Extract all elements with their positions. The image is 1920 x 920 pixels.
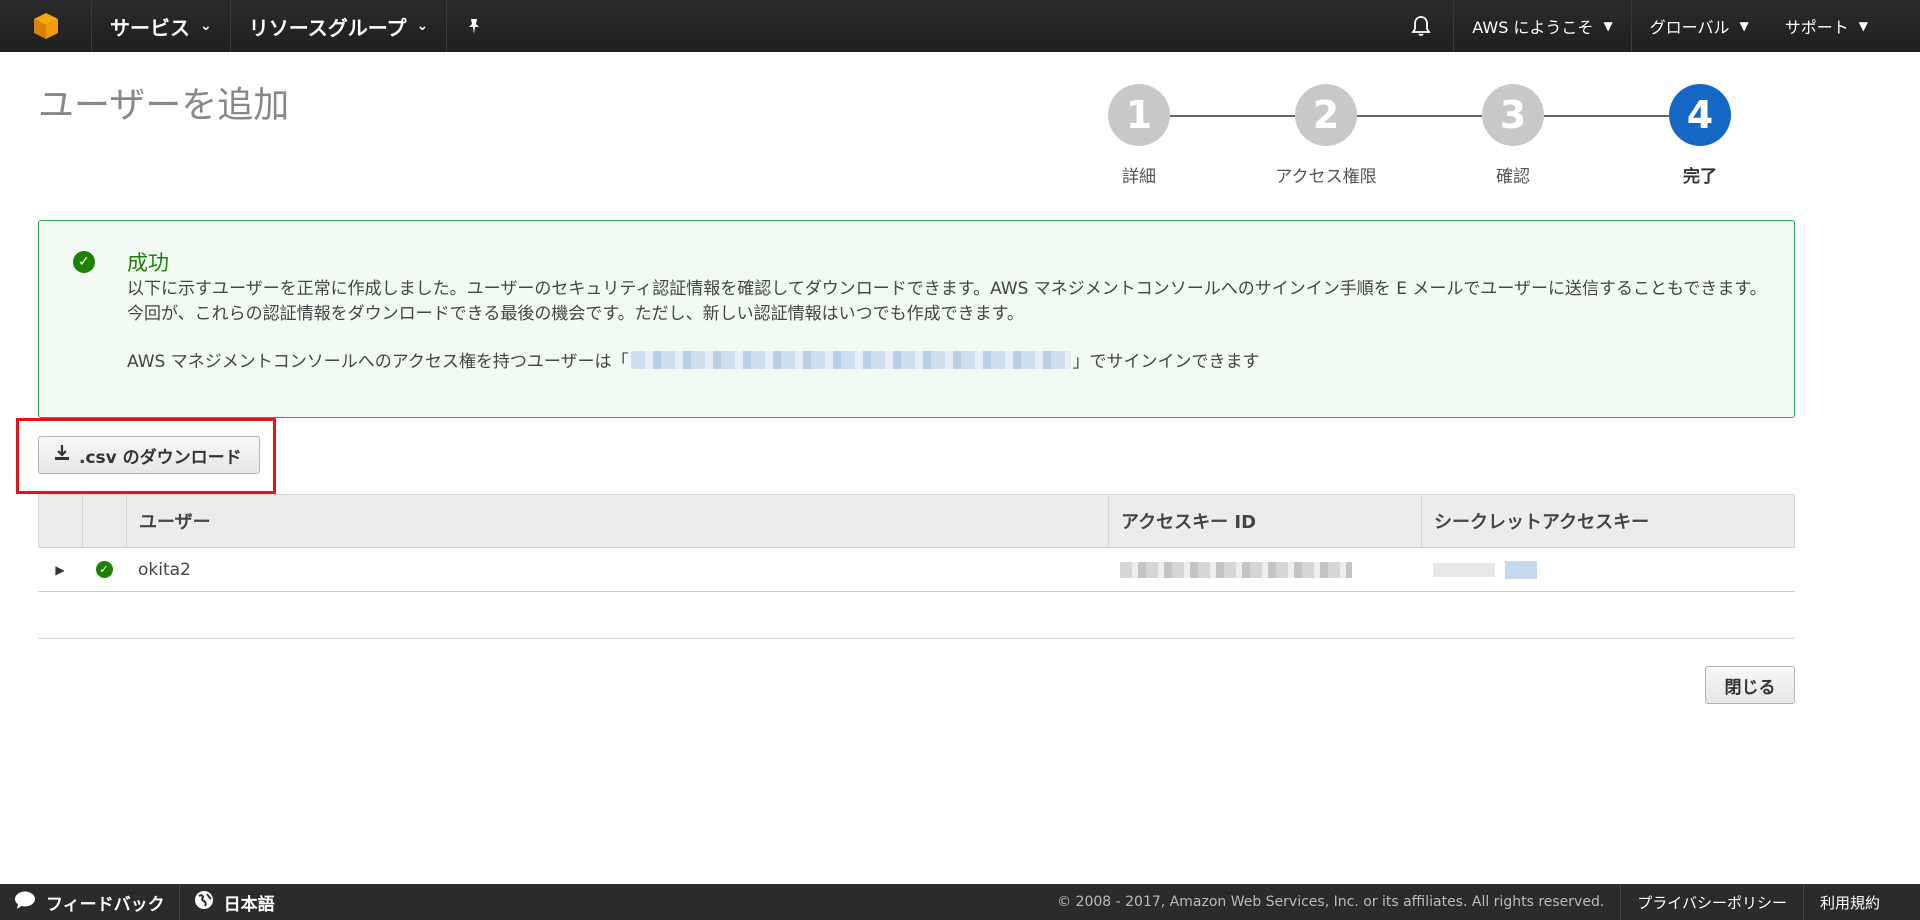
signin-url-link[interactable]	[630, 350, 1071, 369]
region-menu-label: グローバル	[1649, 18, 1730, 37]
pin-button[interactable]	[447, 0, 501, 52]
access-key-id-cell	[1108, 548, 1421, 592]
caret-down-icon: ▼	[1858, 19, 1868, 33]
step-number: 4	[1669, 84, 1731, 146]
nav-right-group: AWS にようこそ ▼ グローバル ▼ サポート ▼	[1389, 0, 1920, 52]
step-number: 2	[1295, 84, 1357, 146]
speech-bubble-icon	[14, 890, 36, 915]
top-navigation-bar: サービス ⌄ リソースグループ ⌄ AWS にようこそ ▼ グローバル ▼ サポ…	[0, 0, 1920, 52]
step-label: 詳細	[1122, 167, 1156, 187]
expand-column-header	[39, 495, 83, 547]
close-button[interactable]: 閉じる	[1705, 666, 1795, 704]
caret-right-icon: ▶	[55, 562, 65, 577]
signin-prefix: AWS マネジメントコンソールへのアクセス権を持つユーザーは「	[127, 352, 629, 372]
step-1: 1 詳細	[1108, 84, 1170, 187]
step-connector	[1544, 115, 1669, 117]
bell-icon	[1411, 16, 1431, 36]
language-button[interactable]: 日本語	[180, 884, 289, 920]
step-connector	[1170, 115, 1295, 117]
pin-icon	[469, 19, 480, 34]
success-title: 成功	[127, 251, 169, 275]
caret-down-icon: ▼	[1739, 19, 1749, 33]
aws-logo[interactable]	[0, 0, 92, 52]
step-4: 4 完了	[1669, 84, 1731, 187]
access-key-id-column-header: アクセスキー ID	[1109, 495, 1422, 547]
account-menu[interactable]: AWS にようこそ ▼	[1453, 0, 1630, 52]
success-description: 以下に示すユーザーを正常に作成しました。ユーザーのセキュリティ認証情報を確認して…	[127, 279, 1767, 324]
notifications-button[interactable]	[1389, 0, 1453, 52]
aws-cube-icon	[33, 13, 58, 39]
language-label: 日本語	[223, 894, 275, 915]
resource-groups-label: リソースグループ	[248, 15, 407, 40]
download-csv-button[interactable]: .csv のダウンロード	[38, 436, 260, 474]
footer-right-group: © 2008 - 2017, Amazon Web Services, Inc.…	[1041, 884, 1920, 920]
step-number: 1	[1108, 84, 1170, 146]
table-row: ▶ ✓ okita2	[38, 548, 1795, 592]
secret-key-cell	[1421, 548, 1793, 592]
step-label: 完了	[1683, 167, 1717, 187]
access-key-id-redacted	[1120, 561, 1352, 578]
download-csv-label: .csv のダウンロード	[79, 447, 242, 468]
signin-url-line: AWS マネジメントコンソールへのアクセス権を持つユーザーは「 」でサインインで…	[127, 347, 1260, 372]
support-menu-label: サポート	[1784, 18, 1849, 37]
step-2: 2 アクセス権限	[1275, 84, 1377, 187]
row-status: ✓	[82, 548, 126, 592]
table-header: ユーザー アクセスキー ID シークレットアクセスキー	[38, 494, 1795, 548]
copyright-text: © 2008 - 2017, Amazon Web Services, Inc.…	[1057, 894, 1605, 910]
divider	[38, 638, 1795, 639]
services-menu[interactable]: サービス ⌄	[92, 0, 231, 52]
secret-key-column-header: シークレットアクセスキー	[1434, 512, 1650, 533]
step-label: 確認	[1496, 167, 1530, 187]
success-check-icon: ✓	[73, 251, 95, 273]
step-label: アクセス権限	[1275, 167, 1377, 187]
step-number: 3	[1482, 84, 1544, 146]
chevron-down-icon: ⌄	[200, 18, 212, 34]
terms-link[interactable]: 利用規約	[1802, 884, 1920, 920]
step-connector	[1357, 115, 1482, 117]
user-column-header: ユーザー	[127, 495, 1109, 547]
status-column-header	[83, 495, 127, 547]
expand-row-button[interactable]: ▶	[38, 548, 82, 592]
services-menu-label: サービス	[110, 15, 190, 40]
step-3: 3 確認	[1482, 84, 1544, 187]
download-icon	[53, 444, 71, 467]
chevron-down-icon: ⌄	[416, 18, 429, 34]
users-table: ユーザー アクセスキー ID シークレットアクセスキー ▶ ✓ okita2	[38, 494, 1795, 592]
resource-groups-menu[interactable]: リソースグループ ⌄	[231, 0, 448, 52]
region-menu[interactable]: グローバル ▼	[1630, 0, 1767, 52]
globe-icon	[194, 890, 214, 915]
show-secret-link[interactable]	[1505, 560, 1537, 579]
account-menu-label: AWS にようこそ	[1472, 18, 1594, 37]
footer-bar: フィードバック 日本語 © 2008 - 2017, Amazon Web Se…	[0, 884, 1920, 920]
page-title: ユーザーを追加	[38, 85, 290, 126]
user-name-cell: okita2	[138, 559, 191, 580]
caret-down-icon: ▼	[1603, 19, 1613, 33]
success-check-icon: ✓	[95, 561, 113, 578]
feedback-label: フィードバック	[46, 894, 165, 915]
privacy-policy-link[interactable]: プライバシーポリシー	[1620, 884, 1803, 920]
signin-suffix: 」でサインインできます	[1072, 352, 1260, 372]
success-alert: ✓ 成功 以下に示すユーザーを正常に作成しました。ユーザーのセキュリティ認証情報…	[38, 220, 1795, 418]
secret-key-redacted	[1433, 562, 1495, 577]
wizard-stepper: 1 詳細 2 アクセス権限 3 確認 4 完了	[1108, 84, 1731, 194]
feedback-button[interactable]: フィードバック	[0, 884, 180, 920]
support-menu[interactable]: サポート ▼	[1767, 0, 1920, 52]
